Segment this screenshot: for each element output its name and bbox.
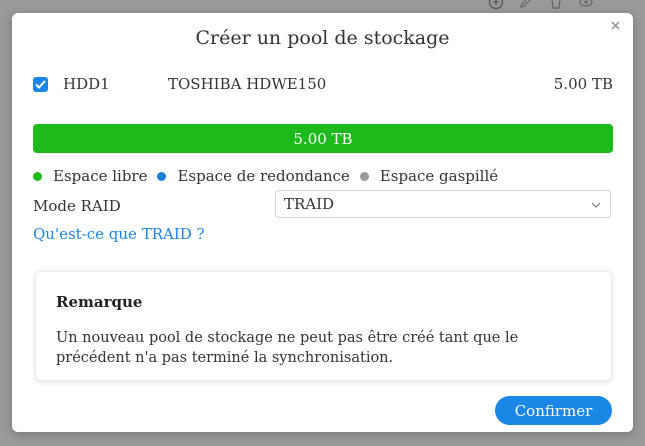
remark-box: Remarque Un nouveau pool de stockage ne … <box>35 271 612 381</box>
delete-icon <box>548 0 564 10</box>
disk-row: HDD1 TOSHIBA HDWE150 5.00 TB <box>33 75 613 93</box>
redundancy-space-dot-icon <box>157 171 167 181</box>
free-space-dot-icon <box>33 171 42 181</box>
disk-model: TOSHIBA HDWE150 <box>168 75 327 93</box>
disk-checkbox[interactable] <box>33 77 48 92</box>
close-icon[interactable] <box>607 17 623 33</box>
disk-name: HDD1 <box>63 75 110 93</box>
check-icon <box>35 80 46 89</box>
remark-title: Remarque <box>56 293 143 311</box>
space-legend: Espace libre Espace de redondance Espace… <box>33 167 508 185</box>
create-storage-pool-dialog: Créer un pool de stockage HDD1 TOSHIBA H… <box>12 13 633 432</box>
remark-text: Un nouveau pool de stockage ne peut pas … <box>56 330 519 366</box>
legend-label: Espace gaspillé <box>379 167 499 185</box>
background-toolbar <box>488 0 594 10</box>
capacity-bar-label: 5.00 TB <box>293 129 353 148</box>
confirm-button[interactable]: Confirmer <box>495 396 612 425</box>
disk-size: 5.00 TB <box>553 75 613 93</box>
legend-free-space: Espace libre <box>33 167 147 185</box>
view-icon <box>578 0 594 10</box>
add-icon <box>488 0 504 10</box>
raid-mode-label: Mode RAID <box>33 197 121 215</box>
legend-label: Espace libre <box>53 167 148 185</box>
capacity-bar: 5.00 TB <box>33 124 613 153</box>
edit-icon <box>518 0 534 10</box>
capacity-bar-fill: 5.00 TB <box>33 124 613 153</box>
legend-label: Espace de redondance <box>177 167 350 185</box>
chevron-down-icon <box>591 202 601 208</box>
dialog-title: Créer un pool de stockage <box>195 27 450 49</box>
legend-wasted-space: Espace gaspillé <box>359 167 499 185</box>
what-is-traid-link[interactable]: Qu'est-ce que TRAID ? <box>33 225 205 243</box>
legend-redundancy-space: Espace de redondance <box>157 167 350 185</box>
wasted-space-dot-icon <box>359 171 369 181</box>
raid-mode-select[interactable]: TRAID <box>275 190 611 218</box>
raid-mode-value: TRAID <box>284 195 335 213</box>
